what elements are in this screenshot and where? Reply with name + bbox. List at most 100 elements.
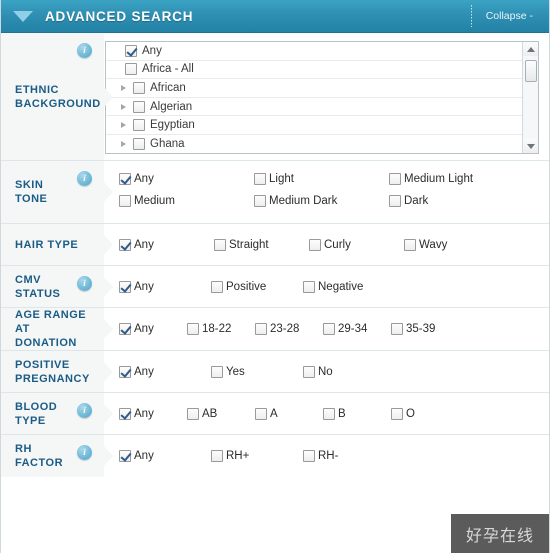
checkbox[interactable]: [211, 365, 223, 378]
checkbox-option[interactable]: Light: [254, 170, 389, 188]
arrow-down-icon[interactable]: [522, 139, 538, 153]
checkbox-option[interactable]: Curly: [309, 236, 404, 254]
checkbox[interactable]: [323, 407, 335, 420]
ethnic-background-tree[interactable]: Any Africa - All African Algerian Egyptian Gh…: [105, 41, 539, 154]
checkbox-label: Dark: [404, 195, 429, 207]
checkbox[interactable]: [187, 407, 199, 420]
checkbox-option[interactable]: Straight: [214, 236, 309, 254]
checkbox[interactable]: [187, 323, 199, 335]
checkbox[interactable]: [391, 323, 403, 335]
checkbox[interactable]: [119, 238, 131, 251]
checkbox-option[interactable]: Medium Light: [389, 170, 524, 188]
checkbox-option[interactable]: Yes: [211, 363, 303, 381]
checkbox-option[interactable]: RH+: [211, 447, 303, 465]
checkbox-option[interactable]: Medium Dark: [254, 192, 389, 210]
arrow-up-icon[interactable]: [522, 42, 538, 56]
checkbox[interactable]: [254, 173, 266, 185]
checkbox-group: Any AB A B O: [119, 405, 539, 423]
checkbox-label: Light: [269, 173, 294, 185]
checkbox[interactable]: [323, 323, 335, 335]
expander-arrow-icon[interactable]: [119, 102, 129, 112]
checkbox-option[interactable]: 18-22: [187, 320, 255, 338]
info-icon[interactable]: i: [77, 276, 92, 291]
checkbox-option[interactable]: Positive: [211, 278, 303, 296]
info-icon[interactable]: i: [77, 43, 92, 58]
chevron-down-icon[interactable]: [13, 10, 33, 22]
checkbox-option[interactable]: Medium: [119, 192, 254, 210]
checkbox-option[interactable]: Negative: [303, 278, 395, 296]
checkbox-option[interactable]: Any: [119, 447, 211, 465]
checkbox-option[interactable]: Wavy: [404, 236, 499, 254]
checkbox[interactable]: [125, 63, 137, 76]
info-icon[interactable]: i: [77, 445, 92, 460]
scrollbar-thumb[interactable]: [525, 60, 537, 82]
checkbox[interactable]: [133, 100, 145, 113]
checkbox-option[interactable]: Any: [119, 236, 214, 254]
checkbox[interactable]: [119, 450, 131, 462]
checkbox[interactable]: [125, 44, 137, 57]
tree-item[interactable]: Any: [106, 42, 522, 61]
tree-scrollbar[interactable]: [522, 42, 538, 153]
checkbox[interactable]: [119, 173, 131, 185]
checkbox-label: 35-39: [406, 323, 436, 335]
checkbox[interactable]: [119, 365, 131, 378]
filter-options-positive-pregnancy: Any Yes No: [105, 351, 549, 392]
checkbox-option[interactable]: Dark: [389, 192, 524, 210]
checkbox-option[interactable]: RH-: [303, 447, 395, 465]
tree-item-label: Egyptian: [150, 119, 195, 132]
tree-item[interactable]: Ghana: [106, 134, 522, 153]
filter-row-blood-type: BLOOD TYPE i Any AB A B O: [1, 393, 549, 435]
expander-arrow-icon[interactable]: [119, 120, 129, 130]
checkbox[interactable]: [255, 407, 267, 420]
checkbox-label: Yes: [226, 365, 245, 378]
tree-item[interactable]: African: [106, 79, 522, 98]
checkbox[interactable]: [119, 280, 131, 293]
filter-label-blood-type: BLOOD TYPE i: [1, 393, 113, 434]
checkbox-option[interactable]: O: [391, 405, 459, 423]
checkbox-option[interactable]: Any: [119, 278, 211, 296]
checkbox[interactable]: [391, 407, 403, 420]
checkbox-option[interactable]: No: [303, 363, 395, 381]
checkbox[interactable]: [303, 280, 315, 293]
checkbox-option[interactable]: B: [323, 405, 391, 423]
advanced-search-panel: ADVANCED SEARCH Collapse - ETHNIC BACKGR…: [0, 0, 550, 553]
checkbox[interactable]: [254, 195, 266, 207]
checkbox[interactable]: [303, 450, 315, 462]
checkbox[interactable]: [119, 195, 131, 207]
tree-item[interactable]: Algerian: [106, 97, 522, 117]
collapse-button[interactable]: Collapse -: [486, 10, 549, 22]
checkbox-option[interactable]: 23-28: [255, 320, 323, 338]
checkbox[interactable]: [133, 119, 145, 132]
checkbox[interactable]: [255, 323, 267, 335]
checkbox-option[interactable]: Any: [119, 170, 254, 188]
checkbox[interactable]: [389, 195, 401, 207]
checkbox[interactable]: [404, 238, 416, 251]
filter-label-text: POSITIVE PREGNANCY: [15, 358, 90, 385]
checkbox-option[interactable]: Any: [119, 363, 211, 381]
checkbox[interactable]: [211, 280, 223, 293]
checkbox[interactable]: [303, 365, 315, 378]
checkbox-option[interactable]: 29-34: [323, 320, 391, 338]
checkbox-label: B: [338, 407, 346, 420]
checkbox[interactable]: [309, 238, 321, 251]
checkbox-option[interactable]: Any: [119, 320, 187, 338]
checkbox[interactable]: [211, 450, 223, 462]
tree-item[interactable]: Egyptian: [106, 116, 522, 135]
checkbox[interactable]: [119, 407, 131, 420]
info-icon[interactable]: i: [77, 171, 92, 186]
checkbox-option[interactable]: AB: [187, 405, 255, 423]
checkbox[interactable]: [133, 81, 145, 94]
checkbox[interactable]: [133, 137, 145, 150]
checkbox-option[interactable]: Any: [119, 405, 187, 423]
info-icon[interactable]: i: [77, 403, 92, 418]
checkbox-option[interactable]: A: [255, 405, 323, 423]
tree-item[interactable]: Africa - All: [106, 60, 522, 80]
checkbox[interactable]: [214, 238, 226, 251]
checkbox[interactable]: [389, 173, 401, 185]
expander-arrow-icon[interactable]: [119, 83, 129, 93]
expander-arrow-icon[interactable]: [119, 139, 129, 149]
checkbox[interactable]: [119, 323, 131, 335]
filter-row-age-range-at-donation: AGE RANGE AT DONATION Any 18-22 23-28 29-34 3…: [1, 308, 549, 351]
filter-options-blood-type: Any AB A B O: [105, 393, 549, 434]
checkbox-option[interactable]: 35-39: [391, 320, 459, 338]
